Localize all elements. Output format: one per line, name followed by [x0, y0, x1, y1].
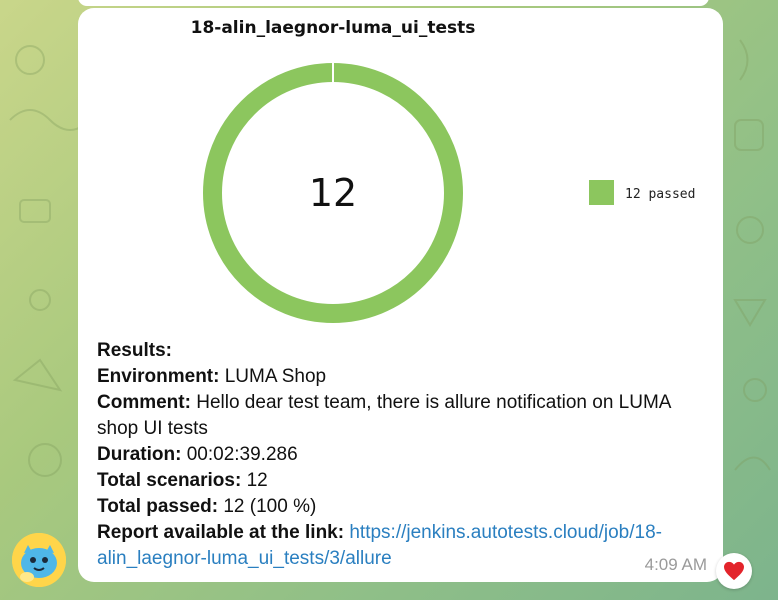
avatar[interactable]: [12, 533, 66, 587]
legend-label: 12 passed: [625, 187, 695, 202]
legend-swatch: [589, 180, 614, 205]
field-value: 12 (100 %): [223, 496, 317, 517]
chart-title: 18-alin_laegnor-luma_ui_tests: [190, 18, 476, 38]
field-environment: Environment: LUMA Shop: [97, 364, 707, 390]
message-time: 4:09 AM: [644, 555, 707, 574]
message-bubble: 18-alin_laegnor-luma_ui_tests 12 12 passe…: [78, 8, 723, 582]
field-value: LUMA Shop: [224, 366, 327, 387]
field-label: Total passed:: [97, 496, 219, 517]
results-heading: Results:: [97, 340, 172, 361]
field-label: Total scenarios:: [97, 470, 242, 491]
field-label: Report available at the link:: [97, 522, 345, 543]
field-label: Environment:: [97, 366, 220, 387]
donut-chart: 12 12 passed: [203, 62, 695, 323]
reaction-button[interactable]: [716, 553, 752, 589]
results-text: Results: Environment: LUMA Shop Comment:…: [97, 338, 707, 572]
field-total-scenarios: Total scenarios: 12: [97, 468, 707, 494]
field-report: Report available at the link: https://je…: [97, 520, 707, 572]
previous-message-bubble: [78, 0, 709, 6]
field-comment: Comment: Hello dear test team, there is …: [97, 390, 707, 442]
field-label: Comment:: [97, 392, 191, 413]
donut-center-label: 12: [309, 171, 357, 215]
field-label: Duration:: [97, 444, 182, 465]
field-total-passed: Total passed: 12 (100 %): [97, 494, 707, 520]
heart-icon: [724, 561, 744, 581]
field-value: 12: [246, 470, 268, 491]
field-value: 00:02:39.286: [186, 444, 298, 465]
field-duration: Duration: 00:02:39.286: [97, 442, 707, 468]
